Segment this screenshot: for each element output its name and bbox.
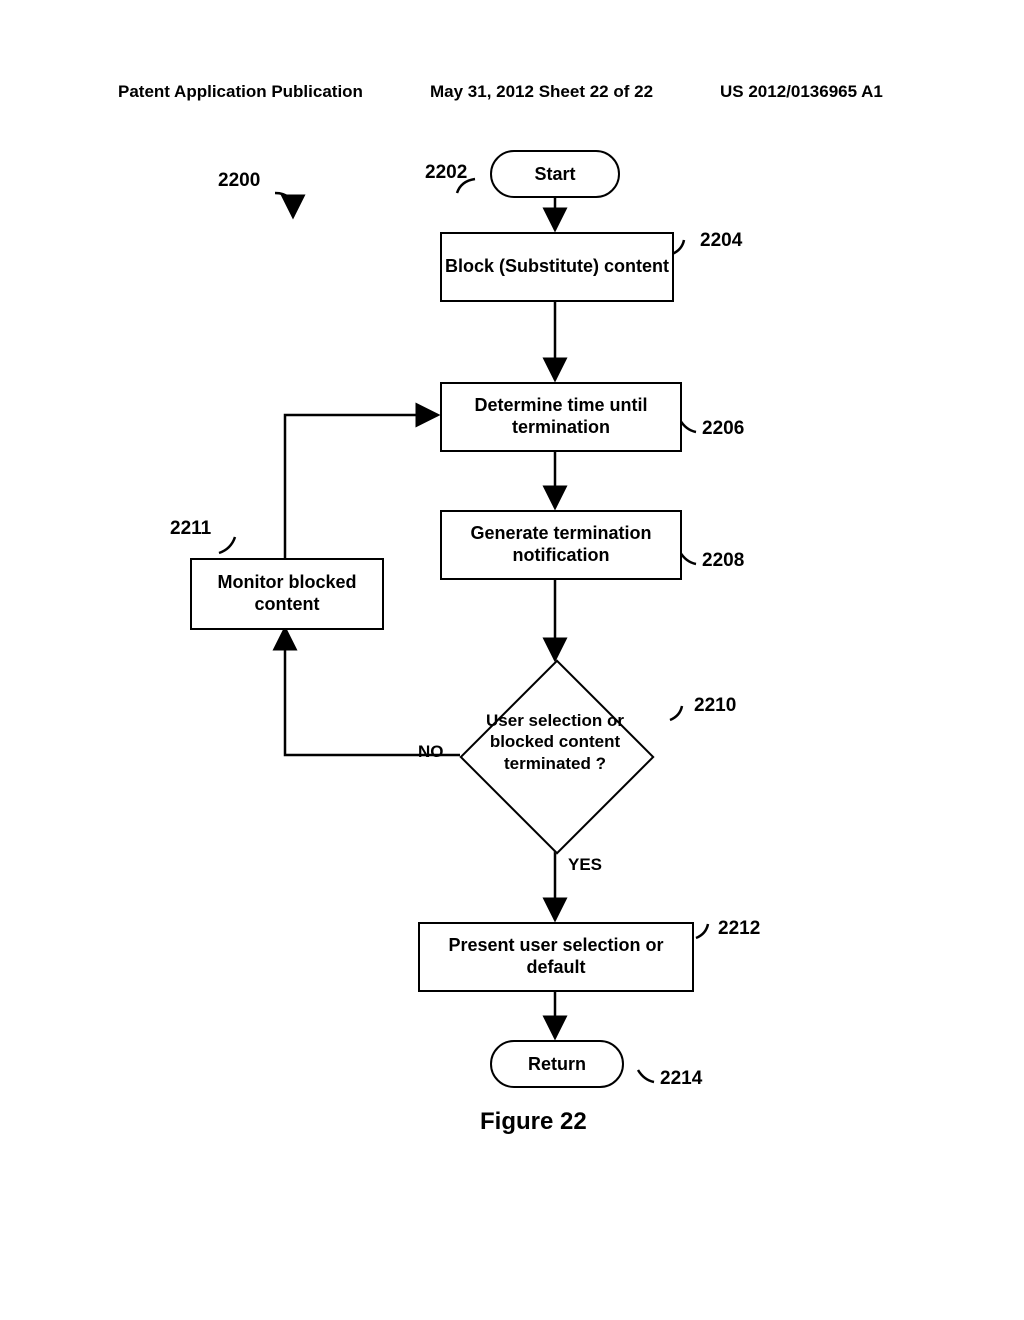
node-start: Start xyxy=(490,150,620,198)
node-monitor: Monitor blocked content xyxy=(190,558,384,630)
node-return: Return xyxy=(490,1040,624,1088)
ref-2211: 2211 xyxy=(170,518,211,540)
node-determine: Determine time until termination xyxy=(440,382,682,452)
node-block-content: Block (Substitute) content xyxy=(440,232,674,302)
page: Patent Application Publication May 31, 2… xyxy=(0,0,1024,1320)
ref-2212: 2212 xyxy=(718,918,760,940)
ref-2210: 2210 xyxy=(694,695,736,717)
node-decision: User selection or blocked content termin… xyxy=(470,710,640,774)
ref-2214: 2214 xyxy=(660,1068,702,1090)
node-present: Present user selection or default xyxy=(418,922,694,992)
header-center: May 31, 2012 Sheet 22 of 22 xyxy=(430,82,653,102)
label-no: NO xyxy=(418,742,444,762)
figure-caption: Figure 22 xyxy=(480,1108,587,1136)
ref-2204: 2204 xyxy=(700,230,742,252)
label-yes: YES xyxy=(568,855,602,875)
decision-text: User selection or blocked content termin… xyxy=(486,711,624,773)
ref-2206: 2206 xyxy=(702,418,744,440)
header-right: US 2012/0136965 A1 xyxy=(720,82,883,102)
ref-2202: 2202 xyxy=(425,162,467,184)
ref-2200: 2200 xyxy=(218,170,260,192)
node-generate: Generate termination notification xyxy=(440,510,682,580)
ref-2208: 2208 xyxy=(702,550,744,572)
header-left: Patent Application Publication xyxy=(118,82,363,102)
